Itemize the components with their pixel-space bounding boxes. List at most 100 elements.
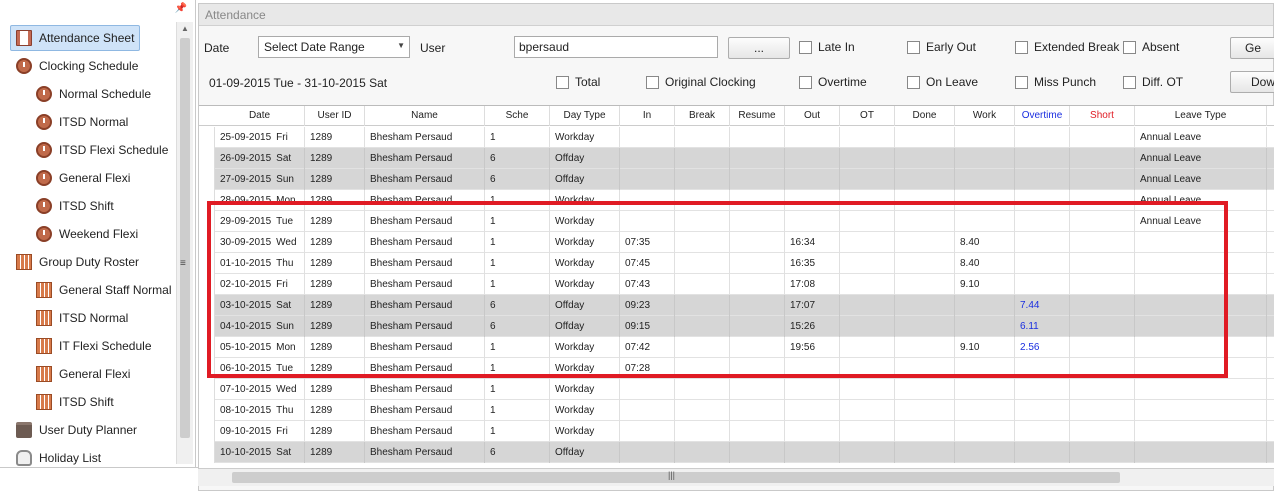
filter-checkbox[interactable]: Extended Break: [1015, 40, 1119, 54]
table-cell[interactable]: [1267, 190, 1274, 211]
table-cell[interactable]: 03-10-2015 Sat: [215, 295, 305, 316]
table-cell[interactable]: 6: [485, 442, 550, 463]
table-cell[interactable]: 07-10-2015 Wed: [215, 379, 305, 400]
table-cell[interactable]: [1070, 316, 1135, 337]
table-cell[interactable]: [1267, 442, 1274, 463]
table-cell[interactable]: [730, 211, 785, 232]
table-cell[interactable]: [1015, 127, 1070, 148]
table-cell[interactable]: [1267, 316, 1274, 337]
pin-icon[interactable]: 📌: [175, 3, 187, 14]
table-row[interactable]: 04-10-2015 Sun 1289 Bhesham Persaud 6 Offday 0…: [199, 316, 1274, 337]
table-cell[interactable]: [840, 148, 895, 169]
table-cell[interactable]: [1070, 211, 1135, 232]
table-cell[interactable]: [675, 379, 730, 400]
table-cell[interactable]: 09:23: [620, 295, 675, 316]
table-cell[interactable]: [675, 274, 730, 295]
row-header[interactable]: [199, 232, 215, 253]
filter-checkbox[interactable]: On Leave: [907, 75, 978, 89]
table-cell[interactable]: [840, 169, 895, 190]
column-header[interactable]: Work: [955, 106, 1015, 126]
table-cell[interactable]: Offday: [550, 148, 620, 169]
table-cell[interactable]: 1289: [305, 421, 365, 442]
row-header[interactable]: [199, 211, 215, 232]
table-cell[interactable]: Bhesham Persaud: [365, 400, 485, 421]
table-cell[interactable]: 27-09-2015 Sun: [215, 169, 305, 190]
table-cell[interactable]: [1135, 232, 1267, 253]
horizontal-scrollbar[interactable]: |||: [198, 468, 1274, 486]
column-header[interactable]: L: [1267, 106, 1274, 126]
table-row[interactable]: 05-10-2015 Mon 1289 Bhesham Persaud 1 Workday…: [199, 337, 1274, 358]
table-cell[interactable]: [730, 379, 785, 400]
table-cell[interactable]: [895, 190, 955, 211]
row-header[interactable]: [199, 337, 215, 358]
table-cell[interactable]: [1135, 253, 1267, 274]
table-cell[interactable]: Workday: [550, 211, 620, 232]
table-row[interactable]: 03-10-2015 Sat 1289 Bhesham Persaud 6 Offday 0…: [199, 295, 1274, 316]
table-cell[interactable]: [1070, 274, 1135, 295]
table-cell[interactable]: [840, 274, 895, 295]
table-row[interactable]: 09-10-2015 Fri 1289 Bhesham Persaud 1 Workday: [199, 421, 1274, 442]
table-cell[interactable]: [675, 148, 730, 169]
table-cell[interactable]: [730, 253, 785, 274]
table-cell[interactable]: [620, 148, 675, 169]
sidebar-scroll-thumb[interactable]: [180, 38, 190, 438]
table-cell[interactable]: 8.40: [955, 232, 1015, 253]
filter-checkbox[interactable]: Absent: [1123, 40, 1179, 54]
table-cell[interactable]: 1289: [305, 379, 365, 400]
table-cell[interactable]: 28-09-2015 Mon: [215, 190, 305, 211]
table-cell[interactable]: [1267, 169, 1274, 190]
table-cell[interactable]: 1289: [305, 274, 365, 295]
column-header[interactable]: Name: [365, 106, 485, 126]
table-cell[interactable]: Bhesham Persaud: [365, 211, 485, 232]
filter-checkbox[interactable]: Overtime: [799, 75, 867, 89]
table-cell[interactable]: [1267, 274, 1274, 295]
sidebar-item[interactable]: ITSD Normal: [36, 305, 128, 331]
table-cell[interactable]: [1015, 400, 1070, 421]
row-header[interactable]: [199, 421, 215, 442]
sidebar-item[interactable]: General Flexi: [36, 361, 130, 387]
column-header[interactable]: Break: [675, 106, 730, 126]
row-header[interactable]: [199, 274, 215, 295]
table-cell[interactable]: [840, 190, 895, 211]
table-row[interactable]: 27-09-2015 Sun 1289 Bhesham Persaud 6 Offday A…: [199, 169, 1274, 190]
table-cell[interactable]: [895, 274, 955, 295]
table-cell[interactable]: [675, 253, 730, 274]
table-cell[interactable]: [730, 190, 785, 211]
table-cell[interactable]: 6.11: [1015, 316, 1070, 337]
table-cell[interactable]: [730, 148, 785, 169]
table-cell[interactable]: [730, 358, 785, 379]
table-row[interactable]: 30-09-2015 Wed 1289 Bhesham Persaud 1 Workday…: [199, 232, 1274, 253]
browse-user-button[interactable]: ...: [728, 37, 790, 59]
table-cell[interactable]: [1070, 400, 1135, 421]
table-row[interactable]: 25-09-2015 Fri 1289 Bhesham Persaud 1 Workday…: [199, 127, 1274, 148]
table-cell[interactable]: [1267, 127, 1274, 148]
table-cell[interactable]: 1289: [305, 316, 365, 337]
sidebar-item[interactable]: ITSD Flexi Schedule: [36, 137, 168, 163]
column-header[interactable]: Short: [1070, 106, 1135, 126]
table-cell[interactable]: Annual Leave: [1135, 148, 1267, 169]
table-cell[interactable]: 1289: [305, 295, 365, 316]
table-cell[interactable]: Bhesham Persaud: [365, 442, 485, 463]
table-cell[interactable]: [620, 379, 675, 400]
row-header[interactable]: [199, 400, 215, 421]
column-header[interactable]: Overtime: [1015, 106, 1070, 126]
table-cell[interactable]: 6: [485, 295, 550, 316]
table-cell[interactable]: [895, 148, 955, 169]
checkbox-box[interactable]: [799, 40, 812, 54]
sidebar-item[interactable]: ITSD Normal: [36, 109, 128, 135]
table-cell[interactable]: [1070, 358, 1135, 379]
table-cell[interactable]: 02-10-2015 Fri: [215, 274, 305, 295]
table-cell[interactable]: [785, 379, 840, 400]
checkbox-box[interactable]: [1015, 75, 1028, 89]
table-cell[interactable]: 07:28: [620, 358, 675, 379]
table-row[interactable]: 29-09-2015 Tue 1289 Bhesham Persaud 1 Workday…: [199, 211, 1274, 232]
table-cell[interactable]: [675, 232, 730, 253]
table-cell[interactable]: 10-10-2015 Sat: [215, 442, 305, 463]
sidebar-item[interactable]: General Staff Normal: [36, 277, 172, 303]
table-cell[interactable]: [1015, 274, 1070, 295]
table-cell[interactable]: [955, 148, 1015, 169]
table-cell[interactable]: [1135, 274, 1267, 295]
table-cell[interactable]: Bhesham Persaud: [365, 169, 485, 190]
table-cell[interactable]: Bhesham Persaud: [365, 421, 485, 442]
table-cell[interactable]: 01-10-2015 Thu: [215, 253, 305, 274]
